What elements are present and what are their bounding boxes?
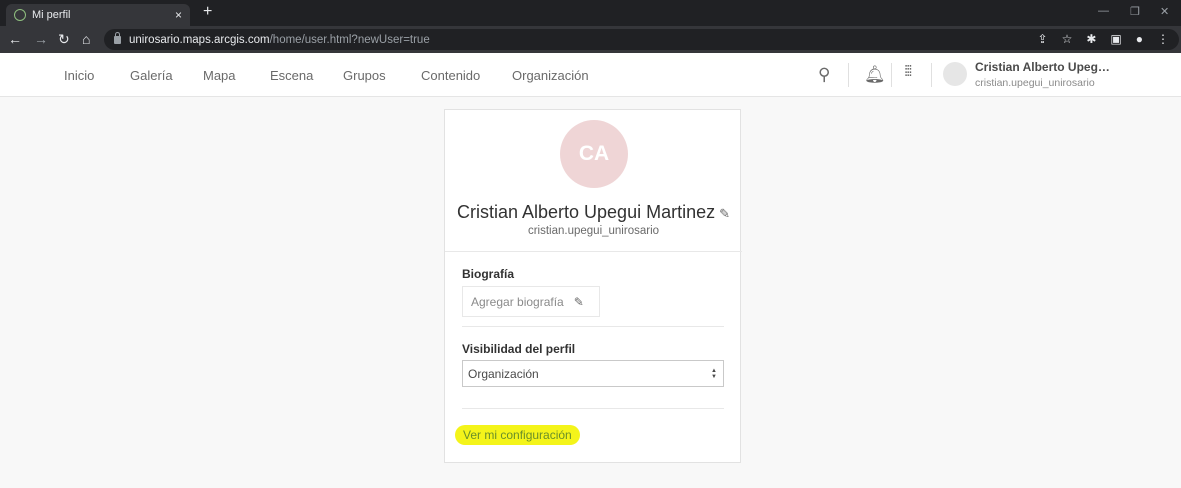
header-divider (891, 63, 892, 87)
view-settings-link[interactable]: Ver mi configuración (455, 425, 580, 445)
tab-close-icon[interactable]: × (175, 8, 182, 22)
bell-icon[interactable]: 🔔︎ (864, 65, 886, 85)
reload-icon[interactable]: ↻ (58, 31, 70, 47)
forward-icon[interactable]: → (34, 31, 48, 47)
nav-escena[interactable]: Escena (270, 68, 313, 83)
select-caret-icon: ▲ ▼ (711, 367, 717, 380)
browser-toolbar: ← → ↻ ⌂ unirosario.maps.arcgis.com /home… (0, 26, 1181, 53)
tab-title: Mi perfil (32, 9, 71, 21)
browser-tab[interactable]: Mi perfil × (6, 4, 190, 26)
add-bio-text: Agregar biografía (471, 294, 564, 309)
url-path: /home/user.html?newUser=true (269, 33, 430, 46)
nav-inicio[interactable]: Inicio (64, 68, 94, 83)
edit-name-pencil-icon[interactable]: ✎ (719, 206, 730, 222)
lock-icon[interactable] (114, 31, 121, 44)
user-avatar[interactable] (943, 62, 967, 86)
menu-icon[interactable]: ⋮ (1157, 32, 1169, 46)
nav-grupos[interactable]: Grupos (343, 68, 386, 83)
profile-full-name: Cristian Alberto Upegui Martinez ✎ (445, 202, 742, 223)
restore-icon[interactable]: ❐ (1130, 5, 1140, 18)
add-bio-button[interactable]: Agregar biografía ✎ (462, 286, 600, 317)
search-icon[interactable]: ⚲ (818, 65, 830, 85)
new-tab-button[interactable]: + (203, 3, 212, 21)
profile-card: CA Cristian Alberto Upegui Martinez ✎ cri… (444, 109, 742, 463)
extensions-icon[interactable]: ✱ (1086, 32, 1096, 46)
profile-username: cristian.upegui_unirosario (527, 225, 660, 237)
visibility-value: Organización (468, 366, 539, 381)
header-divider (848, 63, 849, 87)
home-icon[interactable]: ⌂ (82, 31, 90, 47)
nav-galeria[interactable]: Galería (130, 68, 173, 83)
share-icon[interactable]: ⇪ (1038, 32, 1048, 46)
close-window-icon[interactable]: ✕ (1160, 5, 1169, 18)
section-divider (462, 326, 724, 327)
app-header: Inicio Galería Mapa Escena Grupos Conten… (0, 53, 1181, 97)
star-icon[interactable]: ☆ (1062, 32, 1073, 46)
card-divider (445, 251, 742, 252)
minimize-icon[interactable]: — (1098, 5, 1109, 17)
bio-label: Biografía (462, 267, 515, 281)
nav-contenido[interactable]: Contenido (421, 68, 480, 83)
arcgis-favicon-icon (14, 9, 26, 21)
profile-icon[interactable]: ● (1136, 32, 1143, 46)
visibility-select[interactable]: Organización ▲ ▼ (462, 360, 724, 387)
address-bar[interactable]: unirosario.maps.arcgis.com /home/user.ht… (104, 29, 1179, 50)
nav-mapa[interactable]: Mapa (203, 68, 236, 83)
header-user-name[interactable]: Cristian Alberto Upeg… (975, 60, 1110, 74)
header-divider (931, 63, 932, 87)
sidepanel-icon[interactable]: ▣ (1110, 32, 1121, 46)
header-username[interactable]: cristian.upegui_unirosario (975, 77, 1095, 89)
browser-tab-bar: Mi perfil × + — ❐ ✕ (0, 0, 1181, 26)
profile-avatar: CA (560, 120, 628, 188)
visibility-label: Visibilidad del perfil (462, 342, 576, 356)
section-divider (462, 408, 724, 409)
back-icon[interactable]: ← (8, 31, 22, 47)
url-host: unirosario.maps.arcgis.com (129, 33, 270, 46)
full-name-text: Cristian Alberto Upegui Martinez (456, 202, 716, 222)
avatar-initials: CA (578, 142, 610, 165)
edit-bio-pencil-icon: ✎ (573, 294, 584, 309)
nav-organizacion[interactable]: Organización (512, 68, 589, 83)
app-launcher-icon[interactable]: ⁞⁞⁞ (904, 63, 912, 80)
